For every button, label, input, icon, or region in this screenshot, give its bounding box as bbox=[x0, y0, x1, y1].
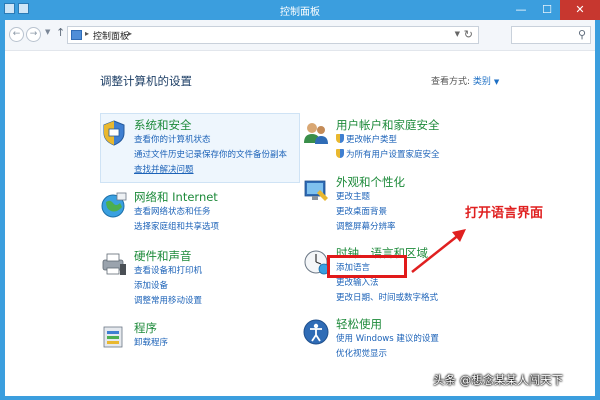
printer-speaker-icon bbox=[102, 253, 126, 275]
category-ease-of-access[interactable]: 轻松使用 使用 Windows 建议的设置 优化视觉显示 bbox=[302, 316, 502, 362]
close-button[interactable]: ✕ bbox=[560, 0, 600, 20]
view-by-control[interactable]: 查看方式: 类别 ▼ bbox=[431, 74, 499, 87]
annotation-text: 打开语言界面 bbox=[465, 206, 544, 221]
annotation-arrow-icon bbox=[411, 229, 466, 273]
watermark-text: 头条 @想念某某人闯天下 bbox=[433, 373, 564, 387]
category-title[interactable]: 轻松使用 bbox=[336, 316, 382, 332]
shield-pc-icon bbox=[103, 120, 125, 146]
category-programs[interactable]: 程序 卸载程序 bbox=[100, 320, 300, 356]
programs-icon bbox=[103, 326, 123, 348]
address-dropdown-icon[interactable]: ▼ bbox=[455, 30, 460, 38]
window-border-bottom bbox=[0, 396, 600, 400]
refresh-icon[interactable]: ↻ bbox=[464, 28, 473, 41]
users-icon bbox=[304, 123, 328, 144]
maximize-button[interactable]: ☐ bbox=[534, 0, 560, 20]
category-title[interactable]: 系统和安全 bbox=[134, 117, 192, 133]
category-title[interactable]: 网络和 Internet bbox=[134, 189, 218, 205]
link-devices-printers[interactable]: 查看设备和打印机 bbox=[134, 264, 202, 276]
breadcrumb-control-panel[interactable]: 控制面板 bbox=[93, 29, 129, 42]
link-homegroup-sharing[interactable]: 选择家庭组和共享选项 bbox=[134, 220, 219, 232]
uac-shield-icon bbox=[336, 134, 344, 143]
category-title[interactable]: 外观和个性化 bbox=[336, 174, 405, 190]
link-add-device[interactable]: 添加设备 bbox=[134, 279, 168, 291]
address-box[interactable]: ▸ 控制面板 ▸ ▼ ↻ bbox=[67, 26, 479, 44]
breadcrumb-separator-icon[interactable]: ▸ bbox=[128, 29, 132, 38]
navigation-bar: ← → ▼ ↑ ▸ 控制面板 ▸ ▼ ↻ ⚲ bbox=[5, 20, 595, 51]
uac-shield-icon bbox=[336, 149, 344, 158]
link-file-history[interactable]: 通过文件历史记录保存你的文件备份副本 bbox=[134, 148, 287, 160]
ease-of-access-icon bbox=[303, 319, 329, 345]
link-desktop-background[interactable]: 更改桌面背景 bbox=[336, 205, 387, 217]
link-network-status[interactable]: 查看网络状态和任务 bbox=[134, 205, 211, 217]
window-border-left bbox=[0, 20, 5, 400]
category-title[interactable]: 用户帐户和家庭安全 bbox=[336, 117, 440, 133]
breadcrumb-separator-icon[interactable]: ▸ bbox=[85, 29, 89, 38]
forward-button[interactable]: → bbox=[26, 27, 41, 42]
category-network-internet[interactable]: 网络和 Internet 查看网络状态和任务 选择家庭组和共享选项 bbox=[100, 189, 300, 234]
globe-network-icon bbox=[101, 192, 127, 218]
link-uninstall-program[interactable]: 卸载程序 bbox=[134, 336, 168, 348]
page-title: 调整计算机的设置 bbox=[100, 74, 192, 88]
category-title[interactable]: 程序 bbox=[134, 320, 157, 336]
appearance-icon bbox=[304, 180, 328, 201]
window-border-right bbox=[595, 20, 600, 400]
recent-locations-icon[interactable]: ▼ bbox=[45, 28, 50, 36]
link-view-computer-status[interactable]: 查看你的计算机状态 bbox=[134, 133, 211, 145]
link-date-time-format[interactable]: 更改日期、时间或数字格式 bbox=[336, 291, 438, 303]
category-hardware-sound[interactable]: 硬件和声音 查看设备和打印机 添加设备 调整常用移动设置 bbox=[100, 248, 300, 308]
link-find-fix-problems[interactable]: 查找并解决问题 bbox=[134, 163, 194, 175]
link-family-safety[interactable]: 为所有用户设置家庭安全 bbox=[336, 148, 440, 160]
back-button[interactable]: ← bbox=[9, 27, 24, 42]
annotation-highlight-box bbox=[327, 255, 407, 278]
search-icon[interactable]: ⚲ bbox=[578, 28, 586, 41]
view-by-label: 查看方式: bbox=[431, 77, 471, 87]
up-button[interactable]: ↑ bbox=[56, 26, 65, 39]
link-optimize-visual-display[interactable]: 优化视觉显示 bbox=[336, 347, 387, 359]
category-user-accounts[interactable]: 用户帐户和家庭安全 更改帐户类型 为所有用户设置家庭安全 bbox=[302, 117, 502, 165]
title-bar: 控制面板 — ☐ ✕ bbox=[0, 0, 600, 20]
chevron-down-icon[interactable]: ▼ bbox=[494, 78, 499, 86]
clock-globe-icon bbox=[304, 250, 330, 275]
category-system-security[interactable]: 系统和安全 查看你的计算机状态 通过文件历史记录保存你的文件备份副本 查找并解决… bbox=[100, 117, 300, 179]
control-panel-icon bbox=[71, 30, 82, 40]
link-change-theme[interactable]: 更改主题 bbox=[336, 190, 370, 202]
view-by-value[interactable]: 类别 bbox=[473, 77, 491, 87]
category-title[interactable]: 硬件和声音 bbox=[134, 248, 192, 264]
search-input[interactable]: ⚲ bbox=[511, 26, 591, 44]
link-mobility-settings[interactable]: 调整常用移动设置 bbox=[134, 294, 202, 306]
link-windows-recommended-settings[interactable]: 使用 Windows 建议的设置 bbox=[336, 332, 439, 344]
minimize-button[interactable]: — bbox=[508, 0, 534, 20]
link-change-account-type[interactable]: 更改帐户类型 bbox=[336, 133, 397, 145]
link-screen-resolution[interactable]: 调整屏幕分辨率 bbox=[336, 220, 396, 232]
